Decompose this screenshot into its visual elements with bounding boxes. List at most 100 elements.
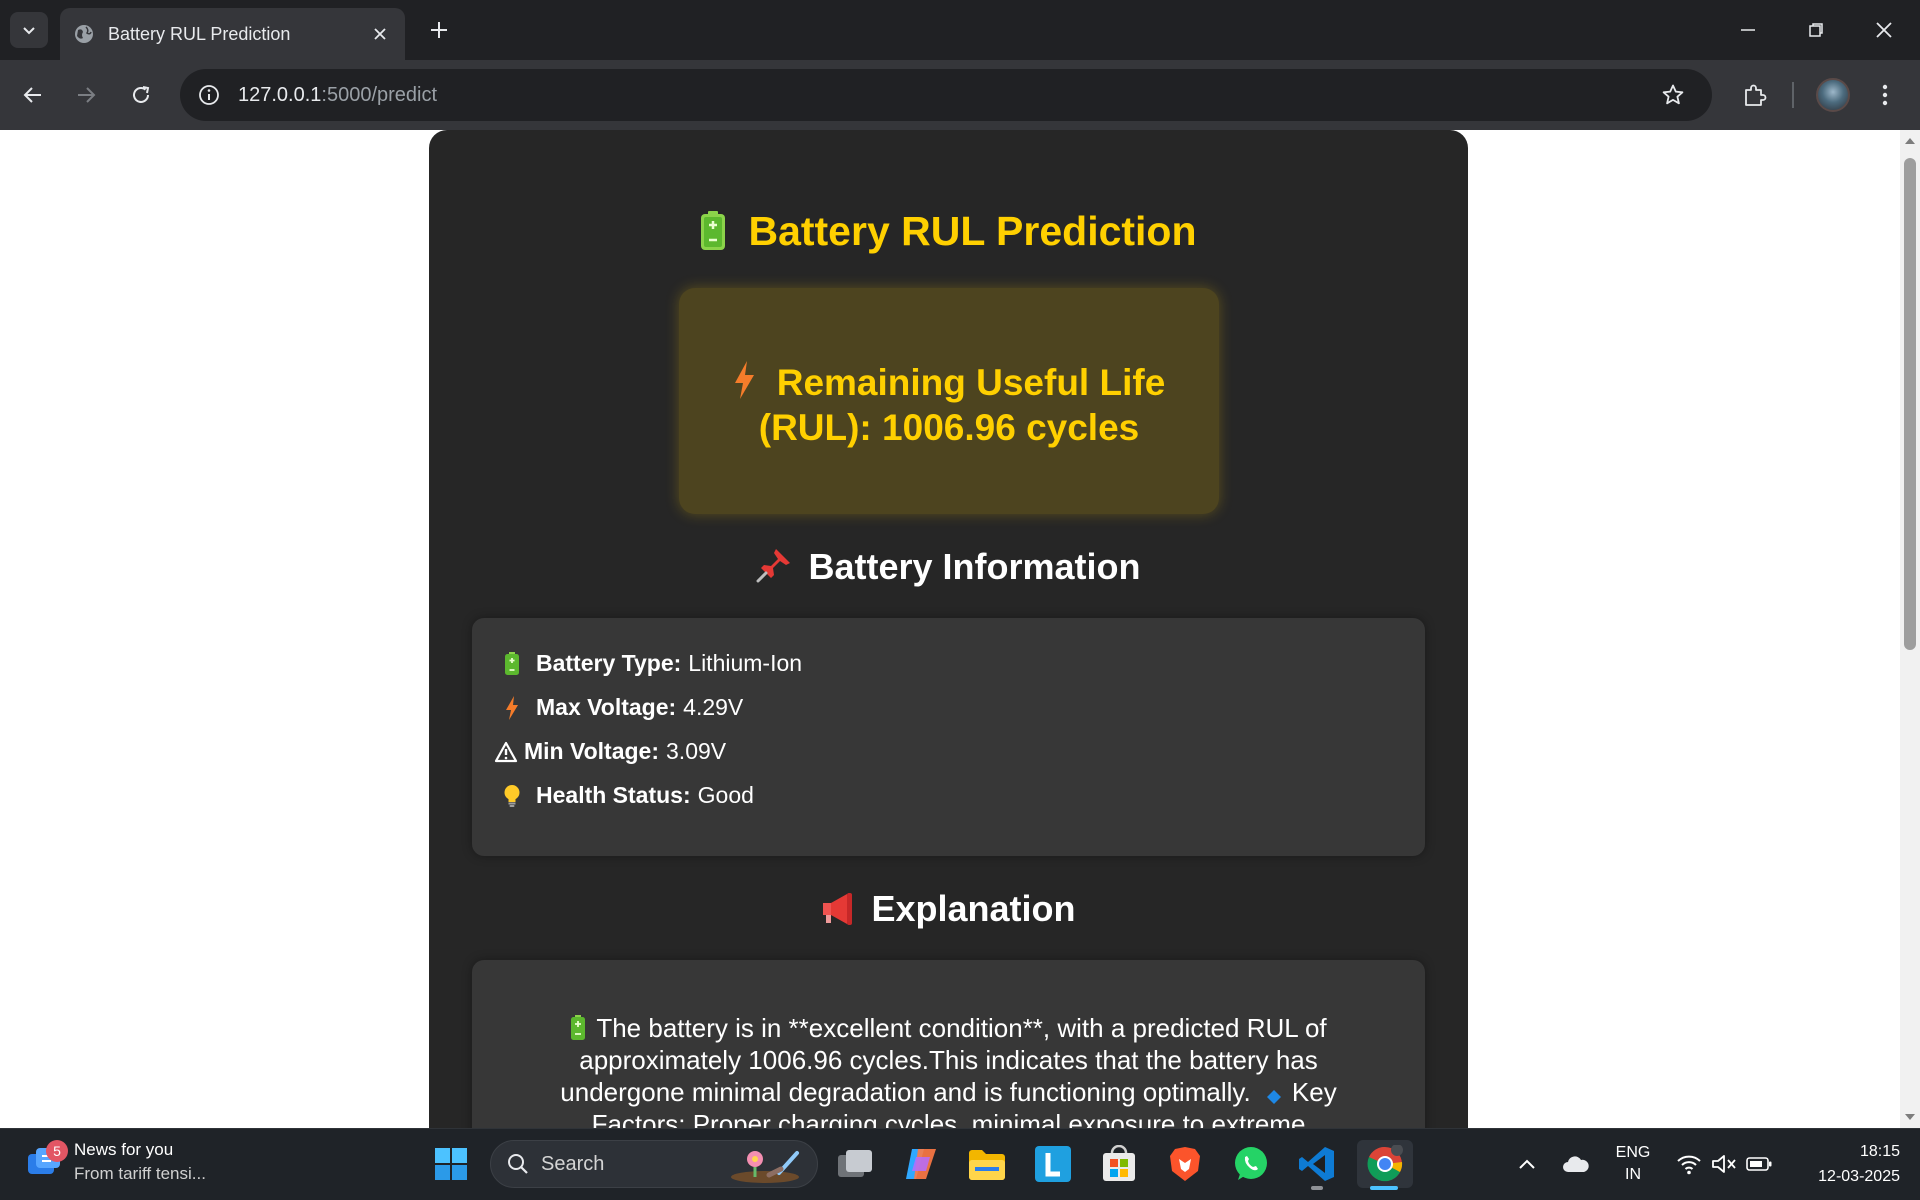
triangle-down-icon bbox=[1905, 1114, 1915, 1120]
window-close-button[interactable] bbox=[1862, 8, 1906, 52]
page-viewport: Battery RUL Prediction Remaining Useful … bbox=[0, 130, 1900, 1128]
news-subtitle: From tariff tensi... bbox=[74, 1164, 206, 1183]
close-icon bbox=[374, 28, 386, 40]
onedrive-button[interactable] bbox=[1562, 1150, 1590, 1178]
search-icon bbox=[508, 1154, 528, 1174]
battery-icon bbox=[500, 651, 524, 676]
file-explorer-button[interactable] bbox=[963, 1140, 1011, 1188]
news-widget-text: News for you From tariff tensi... bbox=[74, 1140, 206, 1184]
arrow-left-icon bbox=[23, 87, 41, 103]
puzzle-icon bbox=[1745, 84, 1767, 106]
back-button[interactable] bbox=[13, 75, 53, 115]
url-host: 127.0.0.1 bbox=[238, 83, 322, 106]
restore-button[interactable] bbox=[1794, 8, 1838, 52]
close-icon bbox=[1876, 22, 1892, 38]
plus-icon bbox=[431, 22, 447, 38]
chrome-button[interactable] bbox=[1357, 1140, 1413, 1188]
reload-icon bbox=[133, 86, 150, 103]
rul-value: 1006.96 cycles bbox=[882, 407, 1140, 448]
app-l-button[interactable] bbox=[1029, 1140, 1077, 1188]
microsoft-store-button[interactable] bbox=[1095, 1140, 1143, 1188]
whatsapp-button[interactable] bbox=[1227, 1140, 1275, 1188]
clock[interactable]: 18:15 12-03-2025 bbox=[1790, 1141, 1900, 1188]
globe-icon bbox=[75, 25, 93, 43]
minimize-icon bbox=[1741, 29, 1755, 31]
volume-button[interactable] bbox=[1710, 1150, 1738, 1178]
news-widget[interactable]: 5 News for you From tariff tensi... bbox=[26, 1140, 206, 1184]
search-label: Search bbox=[541, 1152, 605, 1175]
news-title: News for you bbox=[74, 1140, 174, 1159]
brave-browser-button[interactable] bbox=[1161, 1140, 1209, 1188]
lightbulb-icon bbox=[500, 784, 524, 808]
language-code: ENG bbox=[1615, 1144, 1651, 1161]
start-button[interactable] bbox=[427, 1140, 475, 1188]
battery-info-heading-text: Battery Information bbox=[808, 546, 1141, 587]
new-tab-button[interactable] bbox=[423, 14, 455, 46]
chevron-down-icon bbox=[23, 27, 35, 35]
clock-date: 12-03-2025 bbox=[1818, 1168, 1900, 1185]
info-max-voltage: Max Voltage: 4.29V bbox=[500, 694, 743, 721]
tab-title: Battery RUL Prediction bbox=[108, 23, 291, 44]
tab-search-button[interactable] bbox=[10, 12, 48, 48]
rul-result-panel: Remaining Useful Life (RUL): 1006.96 cyc… bbox=[679, 288, 1219, 514]
info-label: Health Status: bbox=[536, 782, 691, 808]
volume-muted-icon bbox=[1712, 1155, 1736, 1173]
wifi-icon bbox=[1677, 1155, 1701, 1175]
folder-icon bbox=[969, 1150, 1005, 1180]
chrome-active-indicator bbox=[1370, 1186, 1398, 1190]
restore-icon bbox=[1809, 23, 1823, 37]
language-indicator[interactable]: ENG IN bbox=[1608, 1142, 1658, 1186]
vscode-icon bbox=[1299, 1147, 1334, 1181]
arrow-right-icon bbox=[78, 87, 96, 103]
info-label: Min Voltage: bbox=[524, 738, 660, 764]
forward-button[interactable] bbox=[66, 75, 106, 115]
search-highlight-icon bbox=[731, 1151, 799, 1183]
bookmark-button[interactable] bbox=[1656, 78, 1690, 112]
vscode-button[interactable] bbox=[1293, 1140, 1341, 1188]
result-card: Battery RUL Prediction Remaining Useful … bbox=[429, 130, 1468, 1128]
browser-menu-button[interactable] bbox=[1866, 76, 1904, 114]
show-hidden-icons-button[interactable] bbox=[1513, 1150, 1541, 1178]
extensions-button[interactable] bbox=[1735, 76, 1773, 114]
taskbar-search[interactable]: Search bbox=[490, 1140, 818, 1188]
letter-l-app-icon bbox=[1035, 1146, 1071, 1182]
scrollbar-thumb[interactable] bbox=[1904, 158, 1916, 650]
info-value: Good bbox=[697, 782, 754, 808]
rul-result-text: Remaining Useful Life (RUL): 1006.96 cyc… bbox=[709, 360, 1189, 450]
explanation-text: The battery is in **excellent condition*… bbox=[532, 1012, 1365, 1128]
scroll-down-button[interactable] bbox=[1903, 1110, 1917, 1124]
chevron-up-icon bbox=[1519, 1159, 1535, 1169]
info-label: Battery Type: bbox=[536, 650, 682, 676]
info-value: 4.29V bbox=[683, 694, 744, 720]
news-badge: 5 bbox=[46, 1140, 68, 1162]
battery-status-button[interactable] bbox=[1745, 1150, 1773, 1178]
url-path: :5000/predict bbox=[321, 83, 438, 106]
site-info-icon[interactable] bbox=[196, 82, 222, 108]
battery-status-icon bbox=[1746, 1157, 1772, 1171]
lightning-icon bbox=[734, 361, 754, 399]
address-bar[interactable]: 127.0.0.1:5000/predict bbox=[180, 69, 1712, 121]
task-view-button[interactable] bbox=[831, 1140, 879, 1188]
info-battery-type: Battery Type: Lithium-Ion bbox=[500, 650, 802, 677]
tab-close-button[interactable] bbox=[369, 23, 391, 45]
windows-icon bbox=[435, 1148, 467, 1180]
page-title: Battery RUL Prediction bbox=[429, 208, 1468, 255]
info-label: Max Voltage: bbox=[536, 694, 677, 720]
wifi-button[interactable] bbox=[1675, 1150, 1703, 1178]
copilot-icon bbox=[906, 1149, 936, 1179]
triangle-up-icon bbox=[1905, 138, 1915, 144]
explanation-heading-text: Explanation bbox=[871, 888, 1076, 929]
minimize-button[interactable] bbox=[1726, 8, 1770, 52]
cloud-icon bbox=[1563, 1156, 1589, 1172]
copilot-button[interactable] bbox=[897, 1140, 945, 1188]
blue-diamond-icon bbox=[1266, 1090, 1281, 1104]
scroll-up-button[interactable] bbox=[1903, 134, 1917, 148]
reload-button[interactable] bbox=[121, 75, 161, 115]
vscode-running-indicator bbox=[1311, 1186, 1323, 1190]
browser-tab[interactable]: Battery RUL Prediction bbox=[60, 8, 405, 60]
star-icon bbox=[1662, 84, 1684, 105]
toolbar-divider bbox=[1792, 82, 1794, 108]
battery-info-panel: Battery Type: Lithium-Ion Max Voltage: 4… bbox=[472, 618, 1425, 856]
profile-avatar[interactable] bbox=[1816, 78, 1850, 112]
page-title-text: Battery RUL Prediction bbox=[748, 208, 1197, 254]
